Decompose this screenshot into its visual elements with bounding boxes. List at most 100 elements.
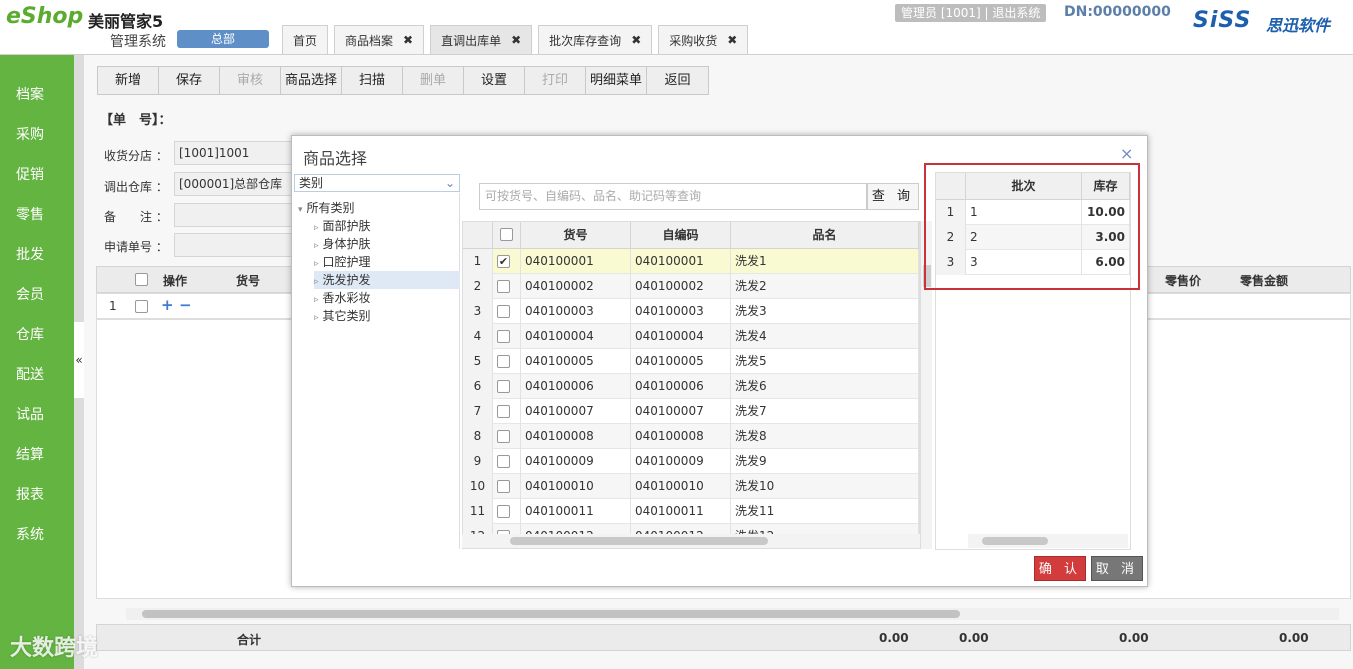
row-checkbox[interactable] — [497, 505, 510, 518]
row-checkbox[interactable] — [497, 380, 510, 393]
sidebar-item[interactable]: 采购 — [0, 124, 74, 146]
row-checkbox[interactable] — [135, 300, 148, 313]
table-row[interactable]: 4 040100004 040100004 洗发4 — [463, 324, 919, 349]
scroll-thumb[interactable] — [510, 537, 768, 545]
tree-node[interactable]: ▹ 香水彩妆 — [314, 289, 460, 307]
scroll-thumb[interactable] — [142, 610, 960, 618]
sidebar-item[interactable]: 系统 — [0, 524, 74, 546]
name-cell: 洗发1 — [731, 249, 919, 274]
collapse-sidebar-button[interactable]: « — [74, 322, 84, 398]
tab-4[interactable]: 采购收货 ✖ — [658, 25, 749, 54]
tree-node[interactable]: ▹ 其它类别 — [314, 307, 460, 325]
tab-label: 商品档案 — [345, 33, 394, 48]
hq-button[interactable]: 总部 — [177, 30, 269, 48]
toolbar-button[interactable]: 新增 — [98, 67, 159, 94]
table-row[interactable]: 7 040100007 040100007 洗发7 — [463, 399, 919, 424]
row-checkbox[interactable] — [497, 480, 510, 493]
tab-2[interactable]: 直调出库单 ✖ — [430, 25, 533, 54]
out-warehouse-field[interactable]: [000001]总部仓库 — [174, 172, 294, 196]
tree-node[interactable]: ▹ 口腔护理 — [314, 253, 460, 271]
batch-horizontal-scrollbar[interactable] — [968, 534, 1128, 548]
table-row[interactable]: 3 040100003 040100003 洗发3 — [463, 299, 919, 324]
product-horizontal-scrollbar[interactable] — [462, 534, 920, 548]
self-code-cell: 040100002 — [631, 274, 731, 299]
table-row[interactable]: 8 040100008 040100008 洗发8 — [463, 424, 919, 449]
category-select[interactable]: 类别 ⌄ — [294, 174, 460, 192]
siss-logo: SiSS — [1193, 8, 1252, 33]
table-row[interactable]: 11 040100011 040100011 洗发11 — [463, 499, 919, 524]
tree-node[interactable]: ▹ 身体护肤 — [314, 235, 460, 253]
select-all-products-checkbox[interactable] — [500, 228, 513, 241]
col-code: 货号 — [236, 274, 261, 288]
select-all-checkbox[interactable] — [135, 273, 148, 286]
sidebar-item[interactable]: 结算 — [0, 444, 74, 466]
sidebar-item[interactable]: 试品 — [0, 404, 74, 426]
row-number: 8 — [463, 424, 493, 449]
tab-1[interactable]: 商品档案 ✖ — [334, 25, 425, 54]
collapsed-icon: ▹ — [314, 277, 319, 287]
sidebar-item[interactable]: 报表 — [0, 484, 74, 506]
toolbar-button[interactable]: 保存 — [159, 67, 220, 94]
table-row[interactable]: 6 040100006 040100006 洗发6 — [463, 374, 919, 399]
tree-node[interactable]: ▾ 所有类别 — [298, 199, 458, 217]
table-row[interactable]: 5 040100005 040100005 洗发5 — [463, 349, 919, 374]
close-icon[interactable]: × — [1120, 144, 1133, 163]
code-cell: 040100009 — [521, 449, 631, 474]
row-checkbox[interactable] — [497, 330, 510, 343]
main-horizontal-scrollbar[interactable] — [126, 608, 1339, 620]
row-checkbox-cell — [493, 399, 521, 424]
total-label: 合计 — [237, 633, 262, 647]
user-info[interactable]: 管理员 [1001] | 退出系统 — [895, 4, 1047, 22]
row-checkbox[interactable] — [497, 305, 510, 318]
add-row-icon[interactable]: + — [161, 296, 174, 314]
search-input[interactable]: 可按货号、自编码、品名、助记码等查询 — [479, 183, 867, 210]
table-row[interactable]: 2 040100002 040100002 洗发2 — [463, 274, 919, 299]
close-icon[interactable]: ✖ — [727, 33, 737, 47]
table-row[interactable]: 9 040100009 040100009 洗发9 — [463, 449, 919, 474]
tab-0[interactable]: 首页 — [282, 25, 329, 54]
scroll-thumb[interactable] — [982, 537, 1048, 545]
sidebar-item[interactable]: 批发 — [0, 244, 74, 266]
toolbar-button[interactable]: 扫描 — [342, 67, 403, 94]
tree-node[interactable]: ▹ 洗发护发 — [314, 271, 460, 289]
sidebar-item[interactable]: 会员 — [0, 284, 74, 306]
sidebar-item[interactable]: 零售 — [0, 204, 74, 226]
code-cell: 040100003 — [521, 299, 631, 324]
tree-node[interactable]: ▹ 面部护肤 — [314, 217, 460, 235]
toolbar-button[interactable]: 明细菜单 — [586, 67, 647, 94]
sidebar-item[interactable]: 配送 — [0, 364, 74, 386]
table-row[interactable]: 1 ✔ 040100001 040100001 洗发1 — [463, 249, 919, 274]
row-checkbox[interactable]: ✔ — [497, 255, 510, 268]
toolbar-button: 删单 — [403, 67, 464, 94]
confirm-button[interactable]: 确 认 — [1034, 556, 1086, 581]
tab-3[interactable]: 批次库存查询 ✖ — [538, 25, 653, 54]
row-checkbox[interactable] — [497, 405, 510, 418]
row-checkbox[interactable] — [497, 430, 510, 443]
close-icon[interactable]: ✖ — [631, 33, 641, 47]
self-code-cell: 040100009 — [631, 449, 731, 474]
table-row[interactable]: 10 040100010 040100010 洗发10 — [463, 474, 919, 499]
sidebar-item[interactable]: 档案 — [0, 84, 74, 106]
close-icon[interactable]: ✖ — [511, 33, 521, 47]
sidebar-item[interactable]: 促销 — [0, 164, 74, 186]
self-code-cell: 040100003 — [631, 299, 731, 324]
request-no-field[interactable] — [174, 233, 294, 257]
receive-branch-field[interactable]: [1001]1001 — [174, 141, 294, 165]
toolbar: 新增 保存 审核 商品选择 扫描 删单 设置 打印 明细菜单 返回 — [97, 66, 709, 95]
total-value: 0.00 — [879, 631, 909, 645]
search-button[interactable]: 查 询 — [867, 183, 919, 210]
receive-branch-label: 收货分店 ： — [104, 149, 168, 163]
remove-row-icon[interactable]: − — [179, 296, 192, 314]
col-self-code: 自编码 — [631, 222, 731, 249]
row-checkbox[interactable] — [497, 455, 510, 468]
row-checkbox[interactable] — [497, 280, 510, 293]
cancel-button[interactable]: 取 消 — [1091, 556, 1143, 581]
row-number: 3 — [463, 299, 493, 324]
row-checkbox[interactable] — [497, 355, 510, 368]
toolbar-button[interactable]: 返回 — [647, 67, 708, 94]
remark-field[interactable] — [174, 203, 294, 227]
toolbar-button[interactable]: 设置 — [464, 67, 525, 94]
close-icon[interactable]: ✖ — [403, 33, 413, 47]
toolbar-button[interactable]: 商品选择 — [281, 67, 342, 94]
sidebar-item[interactable]: 仓库 — [0, 324, 74, 346]
